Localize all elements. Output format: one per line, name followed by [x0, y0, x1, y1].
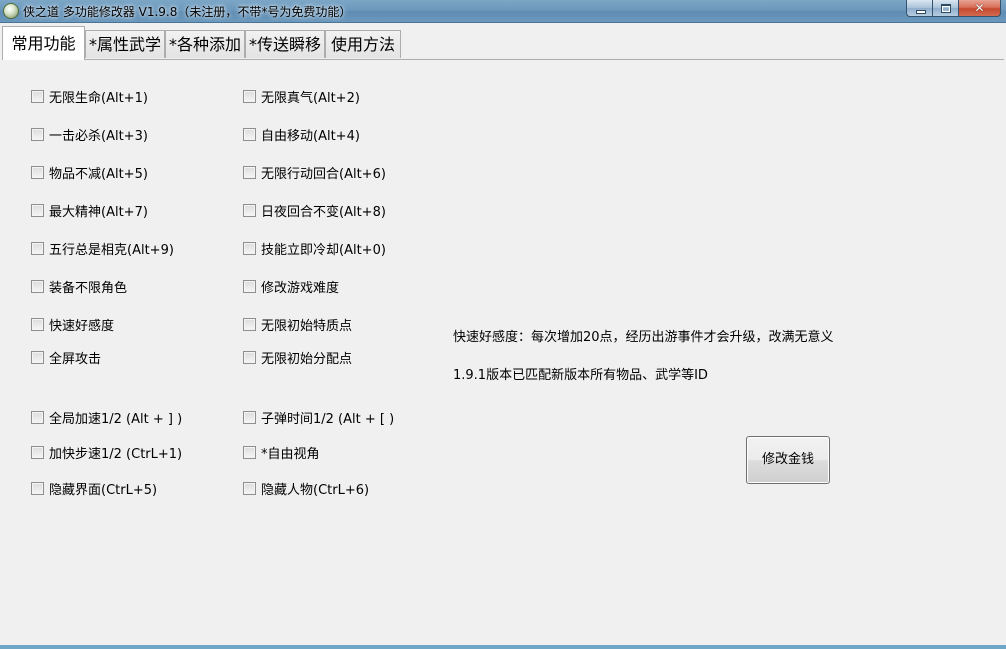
option-equip-any-role[interactable]: 装备不限角色 — [31, 278, 128, 296]
option-label: 隐藏人物(CtrL+6) — [261, 482, 370, 498]
checkbox-box[interactable] — [31, 481, 44, 495]
option-infinite-action-turns[interactable]: 无限行动回合(Alt+6) — [243, 164, 386, 182]
option-label: 技能立即冷却(Alt+0) — [261, 242, 386, 258]
modify-money-button[interactable]: 修改金钱 — [746, 436, 830, 484]
option-label: 五行总是相克(Alt+9) — [49, 242, 174, 258]
option-label: 子弹时间1/2 (Alt + [ ) — [261, 411, 395, 427]
tab-panel-common — [2, 59, 1004, 647]
checkbox-box[interactable] — [31, 127, 44, 141]
option-fullscreen-attack[interactable]: 全屏攻击 — [31, 349, 102, 367]
option-label: 一击必杀(Alt+3) — [49, 128, 148, 144]
option-label: *自由视角 — [261, 446, 320, 462]
checkbox-box[interactable] — [31, 350, 44, 364]
option-bullet-time[interactable]: 子弹时间1/2 (Alt + [ ) — [243, 409, 395, 427]
option-free-camera[interactable]: *自由视角 — [243, 444, 320, 462]
option-label: 自由移动(Alt+4) — [261, 128, 360, 144]
option-fast-affection[interactable]: 快速好感度 — [31, 316, 115, 334]
option-label: 全屏攻击 — [49, 351, 102, 367]
checkbox-box[interactable] — [31, 165, 44, 179]
checkbox-box[interactable] — [31, 203, 44, 217]
tab-common[interactable]: 常用功能 — [2, 26, 85, 60]
option-change-difficulty[interactable]: 修改游戏难度 — [243, 278, 340, 296]
tab-usage[interactable]: 使用方法 — [325, 30, 401, 58]
option-day-night-fixed[interactable]: 日夜回合不变(Alt+8) — [243, 202, 386, 220]
checkbox-box[interactable] — [31, 89, 44, 103]
tab-add-items[interactable]: *各种添加 — [165, 30, 245, 58]
option-label: 物品不减(Alt+5) — [49, 166, 148, 182]
tab-attributes-martial[interactable]: *属性武学 — [85, 30, 165, 58]
checkbox-box[interactable] — [243, 445, 256, 459]
checkbox-box[interactable] — [31, 317, 44, 331]
checkbox-box[interactable] — [31, 279, 44, 293]
checkbox-box[interactable] — [243, 165, 256, 179]
close-button[interactable]: ✕ — [958, 0, 1001, 17]
option-label: 无限行动回合(Alt+6) — [261, 166, 386, 182]
option-label: 隐藏界面(CtrL+5) — [49, 482, 158, 498]
close-icon: ✕ — [974, 1, 985, 15]
option-label: 加快步速1/2 (CtrL+1) — [49, 446, 183, 462]
option-infinite-allocation-points[interactable]: 无限初始分配点 — [243, 349, 353, 367]
option-label: 装备不限角色 — [49, 280, 128, 296]
option-infinite-trait-points[interactable]: 无限初始特质点 — [243, 316, 353, 334]
main-window: 侠之道 多功能修改器 V1.9.8（未注册，不带*号为免费功能） ✕ 常用功能 … — [0, 0, 1006, 649]
checkbox-box[interactable] — [243, 127, 256, 141]
minimize-icon — [916, 10, 926, 14]
checkbox-box[interactable] — [31, 410, 44, 424]
checkbox-box[interactable] — [243, 241, 256, 255]
option-label: 最大精神(Alt+7) — [49, 204, 148, 220]
checkbox-box[interactable] — [243, 481, 256, 495]
option-skill-instant-cooldown[interactable]: 技能立即冷却(Alt+0) — [243, 240, 386, 258]
window-title: 侠之道 多功能修改器 V1.9.8（未注册，不带*号为免费功能） — [23, 5, 352, 19]
info-version-note: 1.9.1版本已匹配新版本所有物品、武学等ID — [453, 368, 708, 383]
option-elements-always-counter[interactable]: 五行总是相克(Alt+9) — [31, 240, 174, 258]
checkbox-box[interactable] — [243, 350, 256, 364]
option-items-no-decrease[interactable]: 物品不减(Alt+5) — [31, 164, 148, 182]
checkbox-box[interactable] — [31, 445, 44, 459]
checkbox-box[interactable] — [243, 203, 256, 217]
checkbox-box[interactable] — [31, 241, 44, 255]
checkbox-box[interactable] — [243, 317, 256, 331]
option-infinite-health[interactable]: 无限生命(Alt+1) — [31, 88, 148, 106]
option-global-speedup[interactable]: 全局加速1/2 (Alt + ] ) — [31, 409, 183, 427]
caption-buttons: ✕ — [906, 0, 1001, 18]
option-one-hit-kill[interactable]: 一击必杀(Alt+3) — [31, 126, 148, 144]
option-hide-characters[interactable]: 隐藏人物(CtrL+6) — [243, 480, 370, 498]
option-faster-walk[interactable]: 加快步速1/2 (CtrL+1) — [31, 444, 183, 462]
option-label: 无限初始分配点 — [261, 351, 353, 367]
option-hide-ui[interactable]: 隐藏界面(CtrL+5) — [31, 480, 158, 498]
maximize-icon — [941, 4, 951, 13]
option-max-spirit[interactable]: 最大精神(Alt+7) — [31, 202, 148, 220]
option-label: 快速好感度 — [49, 318, 115, 334]
title-bar[interactable]: 侠之道 多功能修改器 V1.9.8（未注册，不带*号为免费功能） ✕ — [0, 0, 1006, 23]
tab-teleport[interactable]: *传送瞬移 — [245, 30, 325, 58]
option-label: 无限生命(Alt+1) — [49, 90, 148, 106]
checkbox-box[interactable] — [243, 410, 256, 424]
option-label: 无限真气(Alt+2) — [261, 90, 360, 106]
info-affection-note: 快速好感度：每次增加20点，经历出游事件才会升级，改满无意义 — [453, 330, 834, 345]
maximize-button[interactable] — [932, 0, 958, 17]
window-bottom-edge — [0, 645, 1006, 649]
option-infinite-qi[interactable]: 无限真气(Alt+2) — [243, 88, 360, 106]
option-label: 无限初始特质点 — [261, 318, 353, 334]
option-label: 修改游戏难度 — [261, 280, 340, 296]
option-label: 日夜回合不变(Alt+8) — [261, 204, 386, 220]
checkbox-box[interactable] — [243, 279, 256, 293]
checkbox-box[interactable] — [243, 89, 256, 103]
option-free-move[interactable]: 自由移动(Alt+4) — [243, 126, 360, 144]
app-icon — [3, 3, 19, 19]
minimize-button[interactable] — [906, 0, 932, 17]
option-label: 全局加速1/2 (Alt + ] ) — [49, 411, 183, 427]
